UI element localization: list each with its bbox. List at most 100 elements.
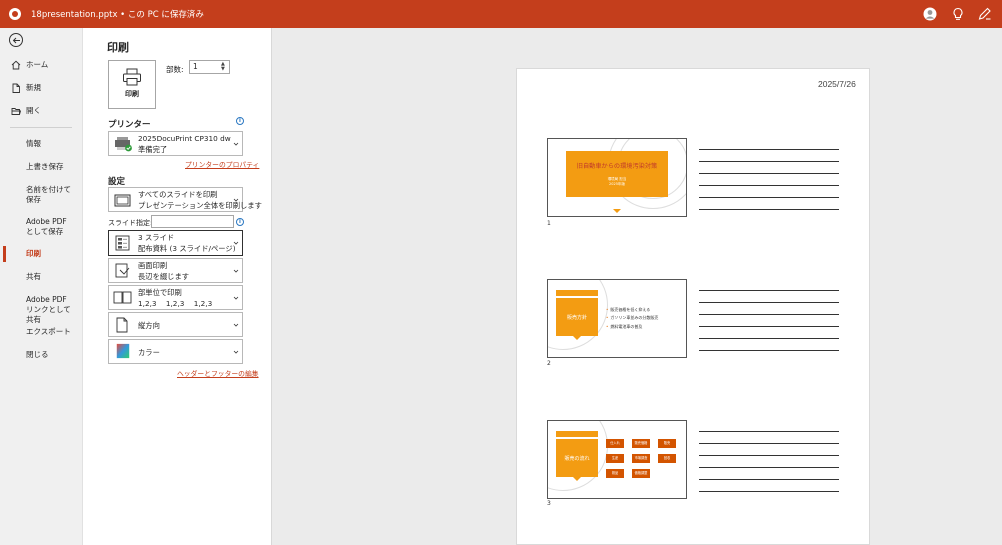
sidebar-item-close[interactable]: 閉じる xyxy=(0,350,83,360)
printer-properties-link[interactable]: プリンターのプロパティ xyxy=(185,159,259,169)
slide-thumbnail-3: 販売の流れ 仕入れ 販売価格 販売 生産 市場調査 回収 検品 価格調整 xyxy=(547,420,687,499)
sidebar-item-label: 情報 xyxy=(26,139,41,148)
note-line xyxy=(699,185,839,186)
edit-header-footer-link[interactable]: ヘッダーとフッターの編集 xyxy=(177,368,259,378)
slides-label: スライド指定: xyxy=(108,219,153,227)
print-range-description: プレゼンテーション全体を印刷します xyxy=(138,201,262,210)
chevron-down-icon xyxy=(233,142,239,146)
sides-dropdown[interactable]: 画面印刷 長辺を綴じます xyxy=(108,258,243,283)
sidebar-item-label: 共有 xyxy=(26,272,41,281)
orientation-dropdown[interactable]: 縦方向 xyxy=(108,312,243,337)
note-line xyxy=(699,197,839,198)
note-line xyxy=(699,431,839,432)
layout-title: 3 スライド xyxy=(138,233,175,242)
sidebar-item-label: Adobe PDF として保存 xyxy=(26,217,67,236)
chevron-down-icon[interactable]: ▼ xyxy=(221,67,227,72)
sidebar-item-open[interactable]: 開く xyxy=(0,106,83,116)
print-range-title: すべてのスライドを印刷 xyxy=(138,190,218,199)
flow-box: 検品 xyxy=(606,469,624,478)
feedback-icon[interactable] xyxy=(977,6,993,22)
preview-date: 2025/7/26 xyxy=(818,79,856,89)
slide-2-banner-text: 販売方針 xyxy=(566,315,587,321)
title-banner: 旧自動車からの環境汚染対策 環境局 担当 2025年版 xyxy=(566,151,668,213)
sidebar-item-home[interactable]: ホーム xyxy=(0,60,83,70)
sidebar-item-label: 閉じる xyxy=(26,350,49,359)
print-button[interactable]: 印刷 xyxy=(108,60,156,109)
sidebar-item-label: 上書き保存 xyxy=(26,162,64,171)
copies-stepper[interactable]: 1 ▲ ▼ xyxy=(189,60,230,74)
note-line xyxy=(699,443,839,444)
sidebar-item-label: エクスポート xyxy=(26,327,71,336)
info-icon[interactable]: i xyxy=(236,218,244,226)
chevron-down-icon xyxy=(233,241,239,245)
user-avatar-icon[interactable] xyxy=(922,6,938,22)
lightbulb-icon[interactable] xyxy=(950,6,966,22)
collation-dropdown[interactable]: 部単位で印刷 1,2,3 1,2,3 1,2,3 xyxy=(108,285,243,310)
banner-top xyxy=(556,431,598,437)
flow-box: 販売価格 xyxy=(632,439,650,448)
slide-1-title: 旧自動車からの環境汚染対策 xyxy=(576,163,658,170)
sidebar-item-share[interactable]: 共有 xyxy=(0,272,83,282)
sidebar-divider xyxy=(10,127,72,128)
printer-device-icon xyxy=(115,137,132,152)
collation-description: 1,2,3 1,2,3 1,2,3 xyxy=(138,299,213,308)
powerpoint-app-icon xyxy=(9,8,21,20)
back-button[interactable] xyxy=(9,33,23,47)
sidebar-item-label: 名前を付けて保存 xyxy=(26,185,71,204)
flow-box: 販売 xyxy=(658,439,676,448)
settings-heading: 設定 xyxy=(108,177,126,187)
slide-2-bullet: 販売価格を低く抑える xyxy=(606,307,650,313)
banner-top xyxy=(556,290,598,296)
note-line xyxy=(699,350,839,351)
slides-input[interactable] xyxy=(151,215,234,228)
flow-box: 仕入れ xyxy=(606,439,624,448)
new-file-icon xyxy=(12,83,20,93)
note-line xyxy=(699,314,839,315)
sidebar-item-new[interactable]: 新規 xyxy=(0,83,83,93)
color-icon xyxy=(116,343,130,359)
portrait-icon xyxy=(116,317,128,333)
note-line xyxy=(699,173,839,174)
slide-number: 1 xyxy=(547,220,551,227)
flow-box: 価格調整 xyxy=(632,469,650,478)
color-dropdown[interactable]: カラー xyxy=(108,339,243,364)
sides-description: 長辺を綴じます xyxy=(138,272,190,281)
copies-value: 1 xyxy=(193,62,198,71)
slide-2-bullet: ガソリン車並みの分散販売 xyxy=(606,315,658,321)
sidebar-item-save[interactable]: 上書き保存 xyxy=(0,162,83,172)
printer-dropdown[interactable]: 2025DocuPrint CP310 dw 準備完了 xyxy=(108,131,243,156)
section-banner: 販売の流れ xyxy=(556,431,598,481)
sidebar-item-save-as-adobe-pdf[interactable]: Adobe PDF として保存 xyxy=(0,217,83,237)
print-range-dropdown[interactable]: すべてのスライドを印刷 プレゼンテーション全体を印刷します xyxy=(108,187,262,212)
copies-label: 部数: xyxy=(166,65,184,74)
printer-heading: プリンター xyxy=(108,120,151,130)
note-line xyxy=(699,161,839,162)
sidebar-item-label: 開く xyxy=(26,106,41,115)
chevron-down-icon xyxy=(233,198,239,202)
slide-2-bullet: 燃料電池車の普及 xyxy=(606,324,642,330)
note-line xyxy=(699,491,839,492)
printer-status: 準備完了 xyxy=(138,145,168,154)
orientation-title: 縦方向 xyxy=(138,321,160,330)
sidebar-item-label: Adobe PDF リンクとして共有 xyxy=(26,295,71,324)
chevron-down-icon xyxy=(233,269,239,273)
print-button-label: 印刷 xyxy=(125,90,139,98)
sides-title: 画面印刷 xyxy=(138,261,168,270)
info-icon[interactable]: i xyxy=(236,117,244,125)
layout-dropdown[interactable]: 3 スライド 配布資料 (3 スライド/ページ) xyxy=(108,230,243,256)
sidebar-item-label: 新規 xyxy=(26,83,41,92)
note-line xyxy=(699,209,839,210)
flow-box: 生産 xyxy=(606,454,624,463)
chevron-down-icon xyxy=(233,350,239,354)
color-title: カラー xyxy=(138,348,160,357)
sidebar-item-share-adobe-pdf-link[interactable]: Adobe PDF リンクとして共有 xyxy=(0,295,83,325)
chevron-down-icon xyxy=(233,323,239,327)
chevron-down-icon xyxy=(233,296,239,300)
note-line xyxy=(699,338,839,339)
printer-name: 2025DocuPrint CP310 dw xyxy=(138,134,231,143)
sidebar-item-print[interactable]: 印刷 xyxy=(0,246,83,262)
sidebar-item-save-as[interactable]: 名前を付けて保存 xyxy=(0,185,83,205)
slide-number: 3 xyxy=(547,500,551,507)
sidebar-item-export[interactable]: エクスポート xyxy=(0,327,83,337)
sidebar-item-info[interactable]: 情報 xyxy=(0,139,83,149)
